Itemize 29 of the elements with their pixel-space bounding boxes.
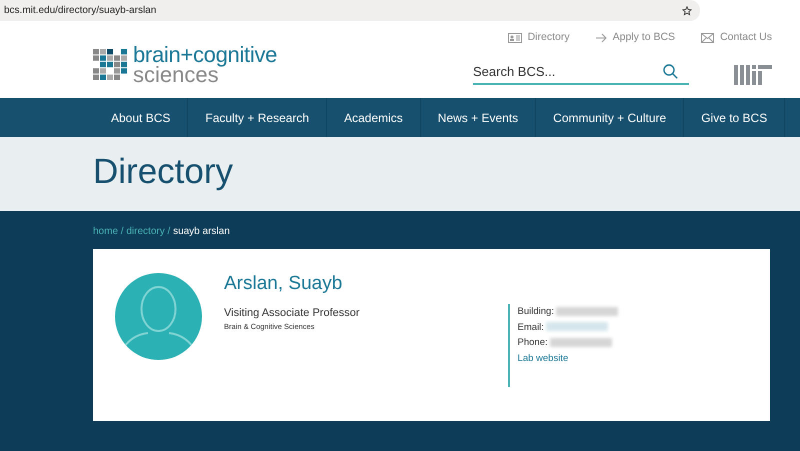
breadcrumb-current: suayb arslan xyxy=(173,226,230,237)
lab-website-link[interactable]: Lab website xyxy=(518,352,568,364)
redacted-value xyxy=(546,322,608,332)
avatar-icon xyxy=(115,273,202,360)
utility-link[interactable]: Directory xyxy=(528,30,570,46)
breadcrumb-link[interactable]: directory xyxy=(126,226,165,237)
redacted-value xyxy=(556,306,618,316)
arrow-right-icon xyxy=(596,32,607,43)
person-name: Arslan, Suayb xyxy=(224,273,344,296)
bookmark-star-icon[interactable] xyxy=(682,6,692,16)
job-title: Visiting Associate Professor xyxy=(224,306,360,321)
breadcrumb-link[interactable]: home xyxy=(93,226,118,237)
mail-icon xyxy=(701,32,714,43)
contact-label: Building: xyxy=(518,306,554,317)
address-bar[interactable]: bcs.mit.edu/directory/suayb-arslan xyxy=(0,0,700,21)
id-card-icon xyxy=(508,32,522,43)
utility-link[interactable]: Apply to BCS xyxy=(612,30,676,46)
redacted-value xyxy=(550,338,612,347)
breadcrumb-separator: / xyxy=(120,226,124,237)
search-field[interactable]: Search BCS... xyxy=(473,62,689,86)
utility-link[interactable]: Contact Us xyxy=(720,30,772,46)
contact-label: Email: xyxy=(518,322,544,332)
logo-text[interactable]: brain+cognitive xyxy=(133,45,278,65)
search-icon[interactable] xyxy=(663,64,678,79)
logo-icon[interactable] xyxy=(93,49,127,81)
contact-label: Phone: xyxy=(518,337,548,348)
institution-logo-icon[interactable] xyxy=(734,65,772,86)
breadcrumb-separator: / xyxy=(168,226,170,237)
page-title: Directory xyxy=(93,151,234,193)
